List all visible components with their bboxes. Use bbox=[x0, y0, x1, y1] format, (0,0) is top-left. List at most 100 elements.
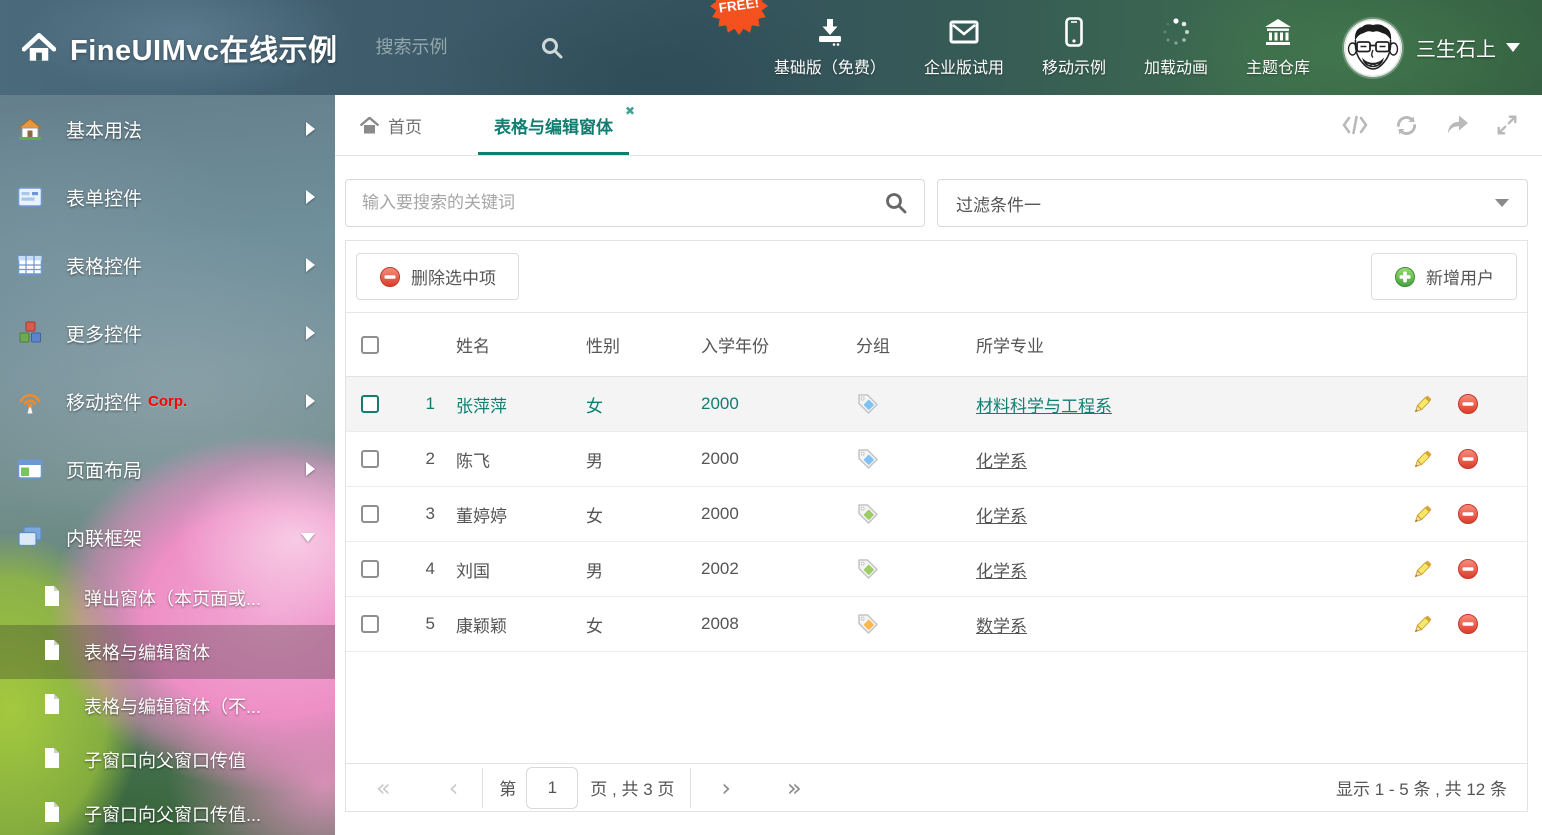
filter-row: 过滤条件一 bbox=[345, 179, 1528, 227]
cell-year: 2000 bbox=[691, 394, 846, 414]
file-icon bbox=[42, 801, 62, 828]
next-page-button[interactable]: › bbox=[721, 776, 731, 800]
row-checkbox[interactable] bbox=[361, 615, 379, 633]
delete-selected-button[interactable]: 删除选中项 bbox=[356, 253, 519, 300]
table-row[interactable]: 1 张萍萍 女 2000 材料科学与工程系 bbox=[346, 377, 1527, 432]
keyword-search-input[interactable] bbox=[362, 193, 884, 213]
delete-icon[interactable] bbox=[1457, 503, 1479, 525]
tag-icon bbox=[856, 392, 880, 416]
tag-icon bbox=[856, 612, 880, 636]
delete-icon[interactable] bbox=[1457, 393, 1479, 415]
page-number-input[interactable] bbox=[526, 767, 578, 809]
sidebar-item-grid-controls[interactable]: 表格控件 bbox=[0, 231, 335, 299]
cell-year: 2000 bbox=[691, 504, 846, 524]
chevron-right-icon bbox=[306, 394, 315, 408]
pager-summary: 显示 1 - 5 条 , 共 12 条 bbox=[1336, 775, 1507, 800]
close-tab-icon[interactable]: ✖ bbox=[625, 104, 635, 118]
sidebar-item-mobile-controls[interactable]: 移动控件 Corp. bbox=[0, 367, 335, 435]
nav-item-basic-edition[interactable]: FREE! 基础版（免费） bbox=[774, 17, 886, 78]
cell-name: 董婷婷 bbox=[441, 502, 581, 527]
source-code-icon[interactable] bbox=[1342, 114, 1368, 136]
share-icon[interactable] bbox=[1445, 114, 1469, 136]
delete-icon[interactable] bbox=[1457, 448, 1479, 470]
search-icon[interactable] bbox=[540, 36, 564, 60]
tab-active-label: 表格与编辑窗体 bbox=[494, 113, 613, 138]
nav-item-theme-repo[interactable]: 主题仓库 bbox=[1246, 17, 1310, 78]
chevron-right-icon bbox=[306, 326, 315, 340]
nav-item-mobile-demo[interactable]: 移动示例 bbox=[1042, 17, 1106, 78]
expand-icon[interactable] bbox=[1496, 114, 1518, 136]
chevron-down-icon bbox=[1506, 43, 1520, 52]
sidebar-subitem-child-to-parent-2[interactable]: 子窗口向父窗口传值... bbox=[0, 787, 335, 835]
first-page-button[interactable]: « bbox=[376, 776, 391, 800]
sidebar-subitem-grid-edit-window[interactable]: 表格与编辑窗体 bbox=[0, 625, 335, 679]
pagination-bar: « ‹ 第 页 , 共 3 页 › » 显示 1 - 5 条 , 共 12 条 bbox=[346, 763, 1527, 811]
grid-toolbar: 删除选中项 新增用户 bbox=[346, 241, 1527, 313]
table-row[interactable]: 4 刘国 男 2002 化学系 bbox=[346, 542, 1527, 597]
user-name: 三生石上 bbox=[1416, 33, 1496, 62]
row-checkbox[interactable] bbox=[361, 560, 379, 578]
table-row[interactable]: 3 董婷婷 女 2000 化学系 bbox=[346, 487, 1527, 542]
row-checkbox[interactable] bbox=[361, 505, 379, 523]
major-link[interactable]: 数学系 bbox=[976, 617, 1027, 636]
row-checkbox[interactable] bbox=[361, 450, 379, 468]
tab-grid-edit-window[interactable]: 表格与编辑窗体 ✖ bbox=[478, 95, 629, 155]
chevron-down-icon bbox=[1495, 199, 1509, 207]
edit-icon[interactable] bbox=[1412, 614, 1433, 635]
tab-home[interactable]: 首页 bbox=[360, 95, 422, 155]
sidebar-subitem-popup-window[interactable]: 弹出窗体（本页面或... bbox=[0, 571, 335, 625]
edit-icon[interactable] bbox=[1412, 504, 1433, 525]
edit-icon[interactable] bbox=[1412, 394, 1433, 415]
row-number: 5 bbox=[401, 614, 441, 634]
file-icon bbox=[42, 585, 62, 612]
table-row[interactable]: 5 康颖颖 女 2008 数学系 bbox=[346, 597, 1527, 652]
signal-icon bbox=[16, 388, 44, 414]
home-icon[interactable] bbox=[22, 33, 56, 63]
sidebar-item-basic-usage[interactable]: 基本用法 bbox=[0, 95, 335, 163]
major-link[interactable]: 化学系 bbox=[976, 452, 1027, 471]
minus-circle-icon bbox=[379, 266, 401, 288]
delete-icon[interactable] bbox=[1457, 558, 1479, 580]
edit-icon[interactable] bbox=[1412, 559, 1433, 580]
edit-icon[interactable] bbox=[1412, 449, 1433, 470]
nav-item-enterprise-trial[interactable]: 企业版试用 bbox=[924, 17, 1004, 78]
cell-gender: 女 bbox=[581, 392, 691, 417]
sidebar-subitem-label: 子窗口向父窗口传值... bbox=[84, 801, 261, 827]
last-page-button[interactable]: » bbox=[787, 776, 802, 800]
user-menu[interactable]: 三生石上 bbox=[1344, 19, 1520, 77]
refresh-icon[interactable] bbox=[1395, 114, 1418, 137]
col-header-gender: 性别 bbox=[581, 332, 691, 357]
filter-dropdown[interactable]: 过滤条件一 bbox=[937, 179, 1528, 227]
sidebar-item-iframe[interactable]: 内联框架 bbox=[0, 503, 335, 571]
sidebar-item-form-controls[interactable]: 表单控件 bbox=[0, 163, 335, 231]
header-nav: FREE! 基础版（免费） 企业版试用 bbox=[774, 17, 1310, 78]
add-user-label: 新增用户 bbox=[1426, 264, 1494, 289]
avatar bbox=[1344, 19, 1402, 77]
sidebar-subitem-grid-edit-window-2[interactable]: 表格与编辑窗体（不... bbox=[0, 679, 335, 733]
table-row[interactable]: 2 陈飞 男 2000 化学系 bbox=[346, 432, 1527, 487]
major-link[interactable]: 材料科学与工程系 bbox=[976, 397, 1112, 416]
row-checkbox[interactable] bbox=[361, 395, 379, 413]
select-all-checkbox[interactable] bbox=[361, 336, 379, 354]
nav-item-loading-animation[interactable]: 加载动画 bbox=[1144, 17, 1208, 78]
sidebar-subitem-child-to-parent[interactable]: 子窗口向父窗口传值 bbox=[0, 733, 335, 787]
row-number: 4 bbox=[401, 559, 441, 579]
delete-icon[interactable] bbox=[1457, 613, 1479, 635]
corp-badge: Corp. bbox=[148, 393, 187, 410]
layout-icon bbox=[16, 456, 44, 482]
sidebar-item-label: 表格控件 bbox=[66, 252, 142, 279]
prev-page-button[interactable]: ‹ bbox=[449, 776, 459, 800]
add-user-button[interactable]: 新增用户 bbox=[1371, 253, 1517, 300]
free-badge: FREE! bbox=[710, 0, 768, 35]
header-search-input[interactable] bbox=[376, 37, 526, 58]
col-header-group: 分组 bbox=[846, 332, 966, 357]
cell-name: 康颖颖 bbox=[441, 612, 581, 637]
search-icon[interactable] bbox=[884, 191, 908, 215]
sidebar-item-page-layout[interactable]: 页面布局 bbox=[0, 435, 335, 503]
major-link[interactable]: 化学系 bbox=[976, 507, 1027, 526]
chevron-right-icon bbox=[306, 122, 315, 136]
main-content: 首页 表格与编辑窗体 ✖ bbox=[335, 95, 1542, 835]
table-header-row: 姓名 性别 入学年份 分组 所学专业 bbox=[346, 313, 1527, 377]
sidebar-item-more-controls[interactable]: 更多控件 bbox=[0, 299, 335, 367]
major-link[interactable]: 化学系 bbox=[976, 562, 1027, 581]
